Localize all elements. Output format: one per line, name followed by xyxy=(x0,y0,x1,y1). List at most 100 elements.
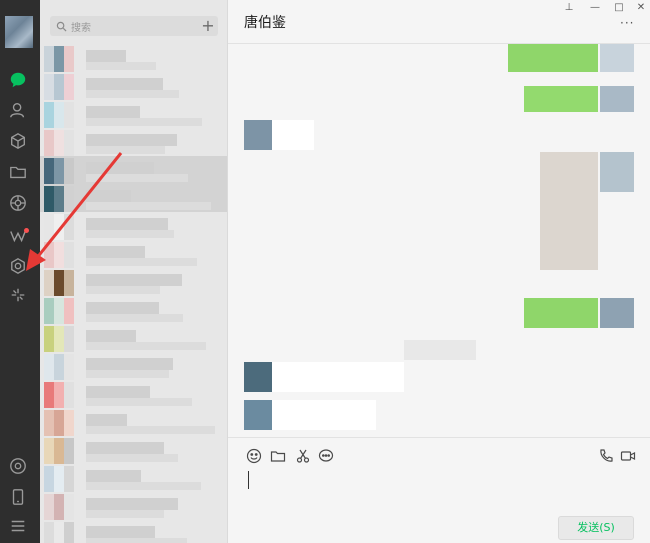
conversation-preview-blurred xyxy=(86,118,202,126)
conversation-avatar xyxy=(44,46,74,72)
add-button[interactable]: + xyxy=(198,16,218,36)
chat-title: 唐伯鉴 xyxy=(244,15,286,31)
user-avatar[interactable] xyxy=(5,16,33,48)
conversation-preview-blurred xyxy=(86,314,183,322)
outgoing-avatar-blurred xyxy=(600,298,634,328)
conversation-avatar xyxy=(44,466,74,492)
conversation-item[interactable] xyxy=(40,100,227,128)
outgoing-message-bubble xyxy=(524,86,598,112)
conversation-name-blurred xyxy=(86,218,168,230)
close-button[interactable]: ✕ xyxy=(634,2,648,14)
files-icon[interactable] xyxy=(8,162,28,182)
outgoing-avatar-blurred xyxy=(600,152,634,192)
conversation-name-blurred xyxy=(86,162,154,174)
conversation-avatar xyxy=(44,186,74,212)
conversation-name-blurred xyxy=(86,470,141,482)
video-call-icon[interactable] xyxy=(620,448,636,464)
conversation-avatar xyxy=(44,74,74,100)
conversation-preview-blurred xyxy=(86,258,197,266)
conversation-item[interactable] xyxy=(40,72,227,100)
minimize-button[interactable]: — xyxy=(588,2,602,14)
moments-icon[interactable] xyxy=(8,193,28,213)
conversation-name-blurred xyxy=(86,442,164,454)
conversation-avatar xyxy=(44,130,74,156)
conversation-item[interactable] xyxy=(40,380,227,408)
conversation-name-blurred xyxy=(86,246,145,258)
conversation-preview-blurred xyxy=(86,230,174,238)
conversation-list: 搜索 + xyxy=(40,0,228,543)
conversation-item[interactable] xyxy=(40,492,227,520)
outgoing-message-bubble xyxy=(524,298,598,328)
chat-panel: 唐伯鉴 ⊥ — □ ✕ ··· 发送(S) xyxy=(228,0,650,543)
incoming-message-bubble xyxy=(272,120,314,150)
conversation-item[interactable] xyxy=(40,44,227,72)
incoming-message-bubble xyxy=(272,400,376,430)
chat-history-icon[interactable] xyxy=(318,448,334,464)
conversation-name-blurred xyxy=(86,386,150,398)
incoming-avatar-blurred xyxy=(244,362,272,392)
maximize-button[interactable]: □ xyxy=(612,2,626,14)
conversation-preview-blurred xyxy=(86,174,188,182)
conversation-name-blurred xyxy=(86,358,173,370)
more-options-button[interactable]: ··· xyxy=(620,16,634,30)
conversation-item[interactable] xyxy=(40,128,227,156)
send-button[interactable]: 发送(S) xyxy=(558,516,634,540)
conversation-avatar xyxy=(44,102,74,128)
scissors-icon[interactable] xyxy=(295,448,311,464)
conversation-item[interactable] xyxy=(40,436,227,464)
conversation-item[interactable] xyxy=(40,212,227,240)
conversation-item[interactable] xyxy=(40,352,227,380)
composer: 发送(S) xyxy=(228,437,650,543)
settings-icon[interactable] xyxy=(8,256,28,276)
phone-icon[interactable] xyxy=(8,487,28,507)
contacts-icon[interactable] xyxy=(8,100,28,120)
link-icon[interactable] xyxy=(8,456,28,476)
outgoing-message-bubble xyxy=(508,44,598,72)
conversation-avatar xyxy=(44,298,74,324)
conversation-item[interactable] xyxy=(40,184,227,212)
conversation-avatar xyxy=(44,382,74,408)
conversation-item[interactable] xyxy=(40,156,227,184)
conversation-preview-blurred xyxy=(86,398,192,406)
emoji-icon[interactable] xyxy=(246,448,262,464)
menu-icon[interactable] xyxy=(8,516,28,536)
notification-dot xyxy=(24,228,29,233)
conversation-preview-blurred xyxy=(86,62,156,70)
outgoing-avatar-blurred xyxy=(600,86,634,112)
conversation-preview-blurred xyxy=(86,482,201,490)
conversation-item[interactable] xyxy=(40,268,227,296)
incoming-avatar-blurred xyxy=(244,400,272,430)
conversation-item[interactable] xyxy=(40,240,227,268)
incoming-message-bubble xyxy=(272,362,404,392)
conversation-name-blurred xyxy=(86,106,140,118)
conversation-item[interactable] xyxy=(40,324,227,352)
conversation-name-blurred xyxy=(86,134,177,146)
favorites-icon[interactable] xyxy=(8,131,28,151)
pin-button[interactable]: ⊥ xyxy=(562,2,576,14)
chat-icon[interactable] xyxy=(8,70,28,90)
conversation-item[interactable] xyxy=(40,520,227,543)
outgoing-image-blurred xyxy=(540,152,598,270)
conversation-item[interactable] xyxy=(40,408,227,436)
left-nav xyxy=(0,0,40,543)
conversation-preview-blurred xyxy=(86,202,211,210)
incoming-avatar-blurred xyxy=(244,120,272,150)
search-input[interactable]: 搜索 xyxy=(50,16,205,36)
folder-icon[interactable] xyxy=(270,448,286,464)
voice-call-icon[interactable] xyxy=(598,448,614,464)
wechat-window: 搜索 + 唐伯鉴 ⊥ — □ ✕ ··· 发送(S) xyxy=(0,0,650,543)
conversation-name-blurred xyxy=(86,50,126,62)
timestamp-blurred xyxy=(404,340,476,360)
conversation-preview-blurred xyxy=(86,90,179,98)
conversation-preview-blurred xyxy=(86,342,206,350)
conversation-preview-blurred xyxy=(86,146,165,154)
conversation-preview-blurred xyxy=(86,426,215,434)
conversation-item[interactable] xyxy=(40,296,227,324)
conversation-item[interactable] xyxy=(40,464,227,492)
conversation-name-blurred xyxy=(86,274,182,286)
conversation-avatar xyxy=(44,214,74,240)
mini-programs-icon[interactable] xyxy=(8,285,28,305)
text-cursor[interactable] xyxy=(248,471,249,489)
conversation-avatar xyxy=(44,522,74,543)
conversation-preview-blurred xyxy=(86,510,164,518)
